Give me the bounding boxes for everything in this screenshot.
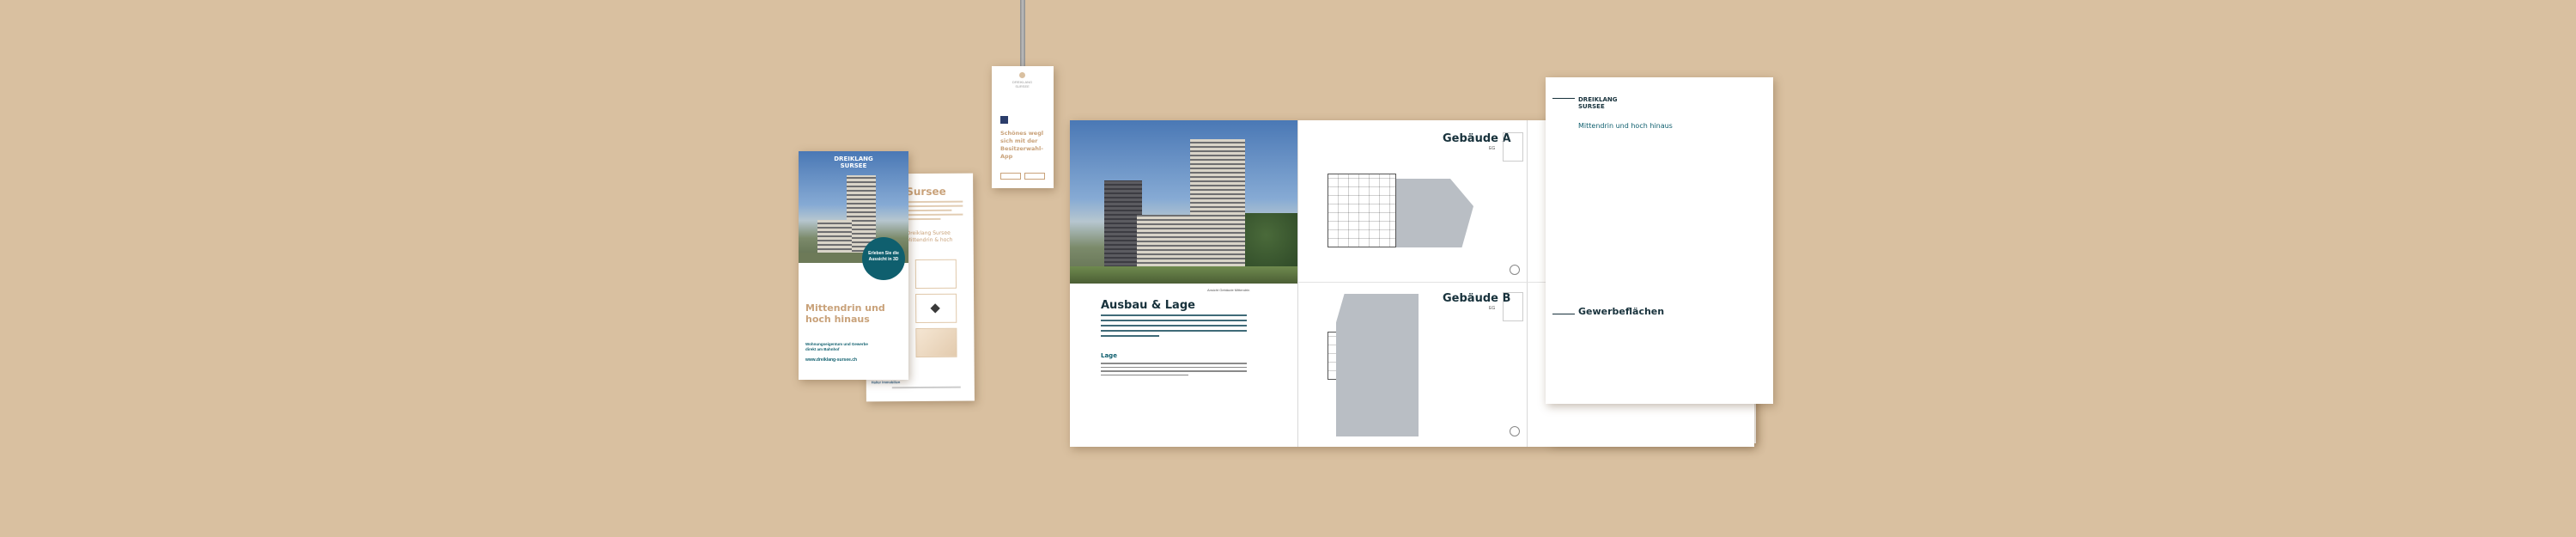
tag-logo-line2: SURSEE (1015, 84, 1030, 88)
compass-b-icon (1510, 426, 1520, 436)
flyer-back-line2: Mittendrin & hoch (906, 236, 953, 244)
tag-text-line2: sich mit der (1000, 137, 1038, 144)
flyer-logo-line1: DREIKLANG (834, 156, 873, 162)
building-a-key-plan (1503, 132, 1523, 162)
flyer-building-left (817, 220, 852, 253)
cover-section-title: Gewerbeflächen (1578, 306, 1665, 317)
tag-string (1020, 0, 1025, 74)
flyer-headline-line1: Mittendrin und (805, 302, 885, 314)
cover-tagline: Mittendrin und hoch hinaus (1578, 122, 1673, 130)
tag-text-line3: Besitzerwahl-App (1000, 145, 1043, 160)
building-a-floor: EG (1489, 146, 1496, 151)
building-b-floor: EG (1489, 306, 1496, 311)
brochure-photo-caption: Ansicht Gebäude Mittendrin (1207, 288, 1250, 292)
flyer-back-title: Sursee (906, 185, 946, 198)
tag-appstore-badge[interactable] (1000, 173, 1021, 180)
brochure-lage-text (1101, 363, 1247, 375)
brochure-intro-text (1101, 314, 1247, 337)
brochure-trees (1245, 213, 1297, 268)
building-b-title: Gebäude B (1443, 292, 1511, 305)
compass-a-icon (1510, 265, 1520, 275)
tag-hole (1019, 72, 1025, 78)
brochure-fold-2 (1527, 120, 1528, 447)
flyer-back-footer-rule (891, 386, 961, 389)
hang-tag: DREIKLANG SURSEE Schönes wegl sich mit d… (992, 66, 1054, 188)
tag-logo: DREIKLANG SURSEE (1012, 80, 1032, 88)
tag-text-line1: Schönes wegl (1000, 130, 1044, 137)
cover-logo-line1: DREIKLANG (1578, 96, 1618, 103)
building-b-key-plan (1503, 292, 1523, 321)
floorplan-b-grey (1336, 294, 1419, 436)
brochure-lage-label: Lage (1101, 352, 1117, 359)
flyer-headline: Mittendrin und hoch hinaus (805, 302, 885, 325)
flyer-subline: Wohnungseigentum und Gewerbe direkt am B… (805, 342, 868, 352)
flyer-back-subtitle: Dreiklang Sursee Mittendrin & hoch (907, 230, 953, 244)
brochure-ground (1070, 266, 1297, 284)
tag-playstore-badge[interactable] (1024, 173, 1045, 180)
flyer-sub-line2: direkt am Bahnhof (805, 347, 840, 351)
flyer-url-link[interactable]: www.dreiklang-sursee.ch (805, 357, 857, 363)
floorplan-a-grey (1396, 179, 1473, 247)
flyer-logo-line2: SURSEE (840, 162, 867, 169)
flyer-back-logo: Halter Immobilien (871, 380, 901, 385)
brochure-photo (1070, 120, 1297, 284)
flyer-badge-line1: Erleben Sie die (868, 251, 899, 256)
cover-logo-rule (1552, 98, 1575, 99)
flyer-headline-line2: hoch hinaus (805, 314, 870, 325)
flyer-front-page: DREIKLANG SURSEE Erleben Sie die Aussich… (799, 151, 908, 380)
flyer-3d-badge[interactable]: Erleben Sie die Aussicht in 3D (862, 237, 905, 280)
tag-text: Schönes wegl sich mit der Besitzerwahl-A… (1000, 130, 1054, 161)
flyer-badge-line2: Aussicht in 3D (868, 257, 899, 262)
brochure-fold-1 (1297, 120, 1298, 447)
brochure-tower-main (1190, 139, 1245, 266)
flyer-back-sketch-3 (915, 327, 957, 358)
flyer-back-sketch-2 (915, 293, 957, 324)
cover-logo: DREIKLANG SURSEE (1578, 96, 1618, 110)
brochure-building-mid (1137, 215, 1194, 266)
cover-logo-line2: SURSEE (1578, 103, 1605, 110)
flyer-back-sketch-1 (914, 259, 957, 290)
floorplan-a-left (1327, 174, 1396, 247)
brochure-section-title: Ausbau & Lage (1101, 299, 1195, 312)
tag-app-icon (1000, 116, 1008, 124)
brochure-cover: DREIKLANG SURSEE Mittendrin und hoch hin… (1546, 77, 1773, 404)
building-a-title: Gebäude A (1443, 132, 1511, 145)
flyer-back-body (906, 200, 963, 221)
flyer-logo: DREIKLANG SURSEE (799, 151, 908, 177)
